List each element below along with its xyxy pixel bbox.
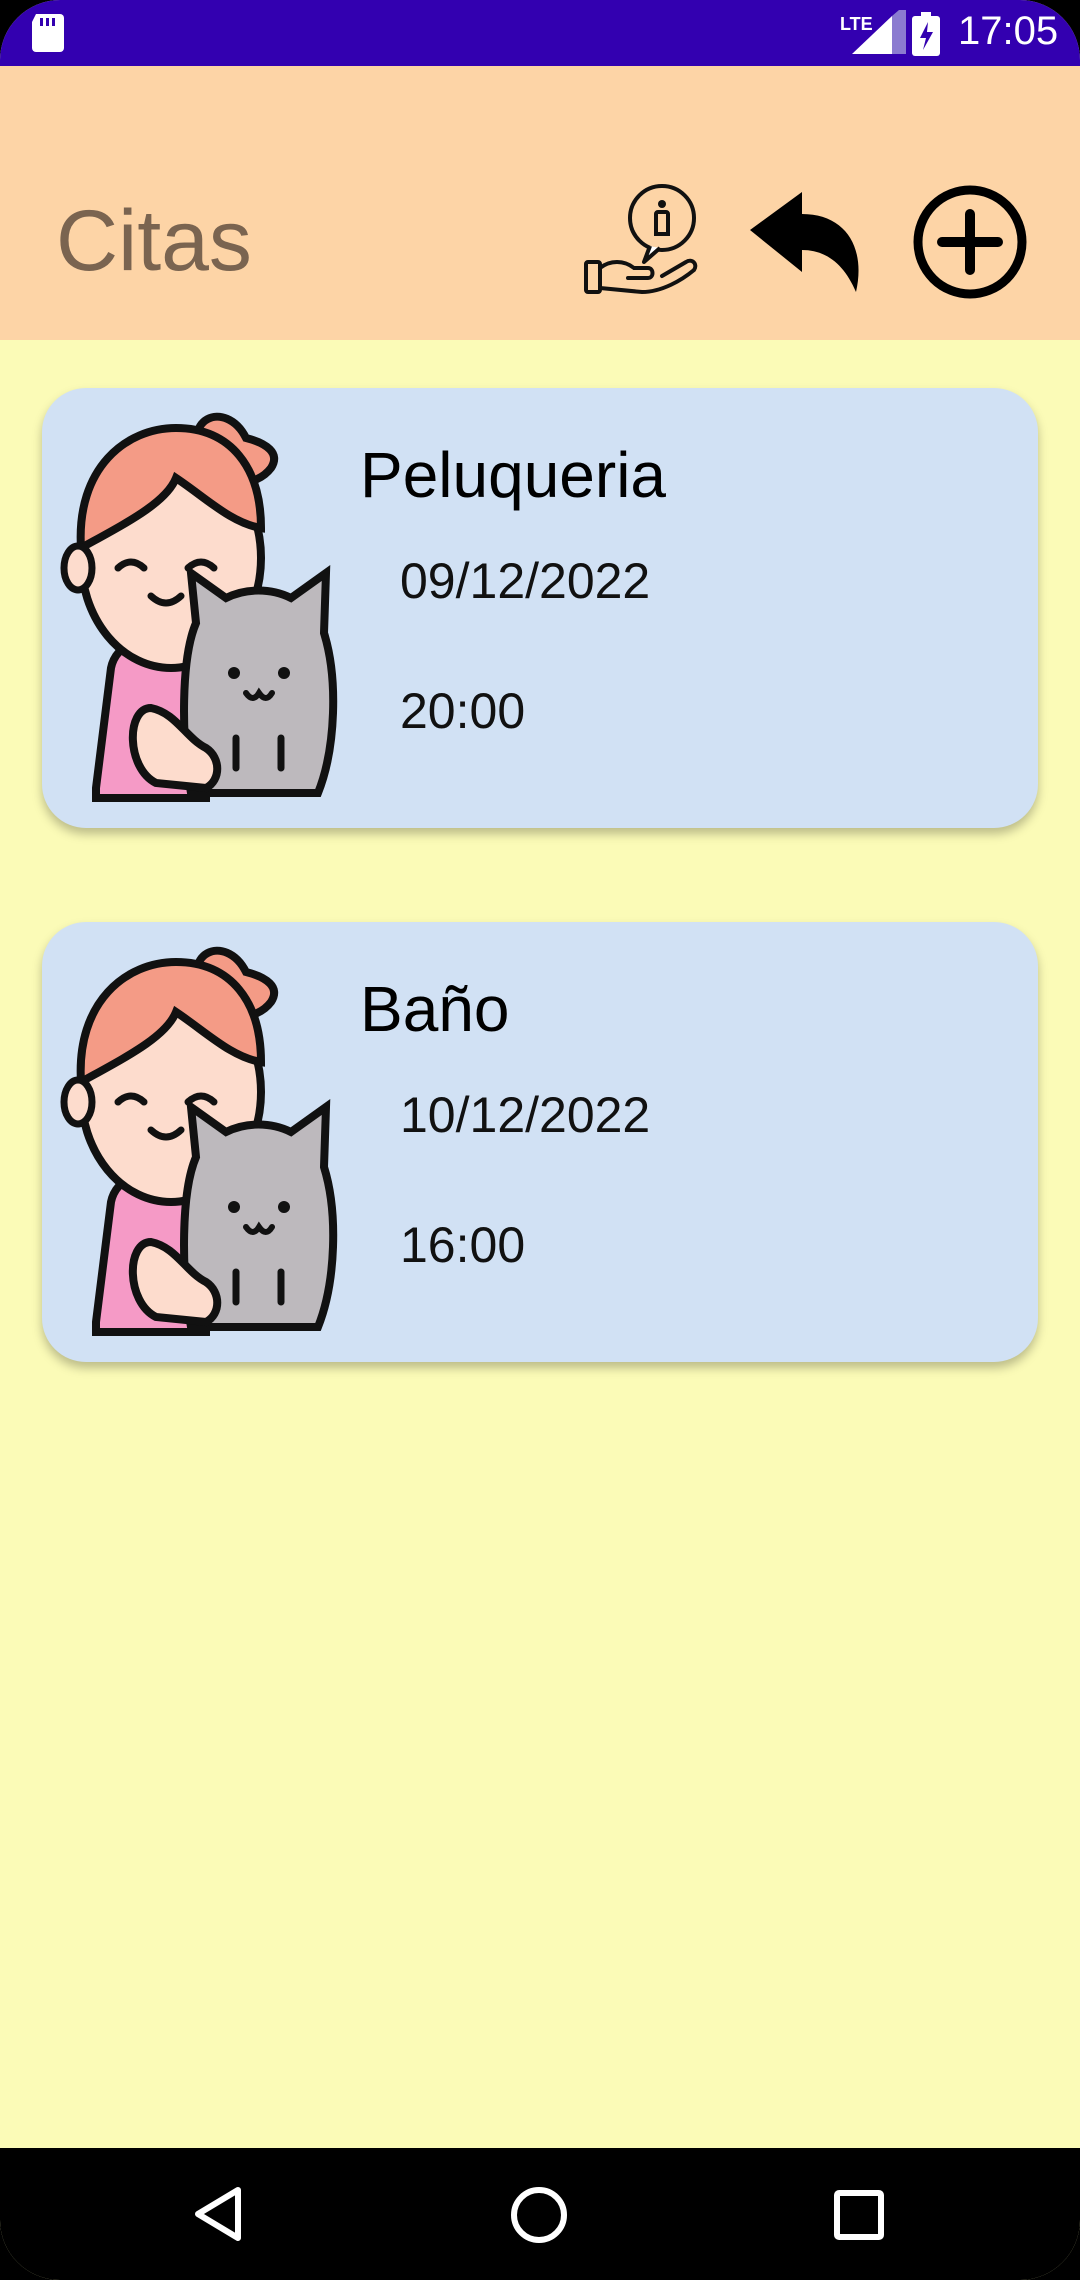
add-circle-icon: [913, 185, 1027, 299]
app-screen: LTE 17:05 Citas Peluqueria 09/12/2022 20…: [0, 0, 1080, 2280]
back-arrow-icon: [750, 192, 859, 292]
status-clock: 17:05: [958, 9, 1059, 53]
add-button[interactable]: [912, 184, 1028, 300]
nav-back-button[interactable]: [190, 2184, 250, 2249]
page-title: Citas: [56, 193, 252, 289]
appointment-card[interactable]: Peluqueria 09/12/2022 20:00: [42, 388, 1038, 828]
appointment-time: 16:00: [400, 1217, 526, 1273]
status-bar: LTE 17:05: [0, 0, 1080, 66]
battery-charging-icon: [912, 12, 940, 61]
girl-with-cat-icon: [56, 942, 346, 1342]
nav-home-icon: [511, 2187, 567, 2243]
info-hand-icon: [584, 184, 698, 295]
appointment-card[interactable]: Baño 10/12/2022 16:00: [42, 922, 1038, 1362]
sd-card-icon: [30, 12, 66, 57]
nav-recents-button[interactable]: [832, 2188, 888, 2249]
lte-signal-icon: LTE: [838, 4, 906, 61]
system-nav-bar: [0, 2148, 1080, 2280]
nav-recents-icon: [834, 2190, 884, 2240]
girl-with-cat-icon: [56, 408, 346, 808]
appointment-title: Peluqueria: [360, 439, 666, 511]
info-button[interactable]: [582, 184, 700, 302]
back-button[interactable]: [746, 192, 864, 310]
nav-back-icon: [195, 2187, 241, 2241]
network-label: LTE: [840, 14, 873, 34]
appointment-title: Baño: [360, 973, 510, 1045]
appointment-date: 09/12/2022: [400, 553, 651, 609]
app-bar: Citas: [0, 66, 1080, 340]
appointment-time: 20:00: [400, 683, 526, 739]
appointment-date: 10/12/2022: [400, 1087, 651, 1143]
nav-home-button[interactable]: [508, 2184, 570, 2251]
